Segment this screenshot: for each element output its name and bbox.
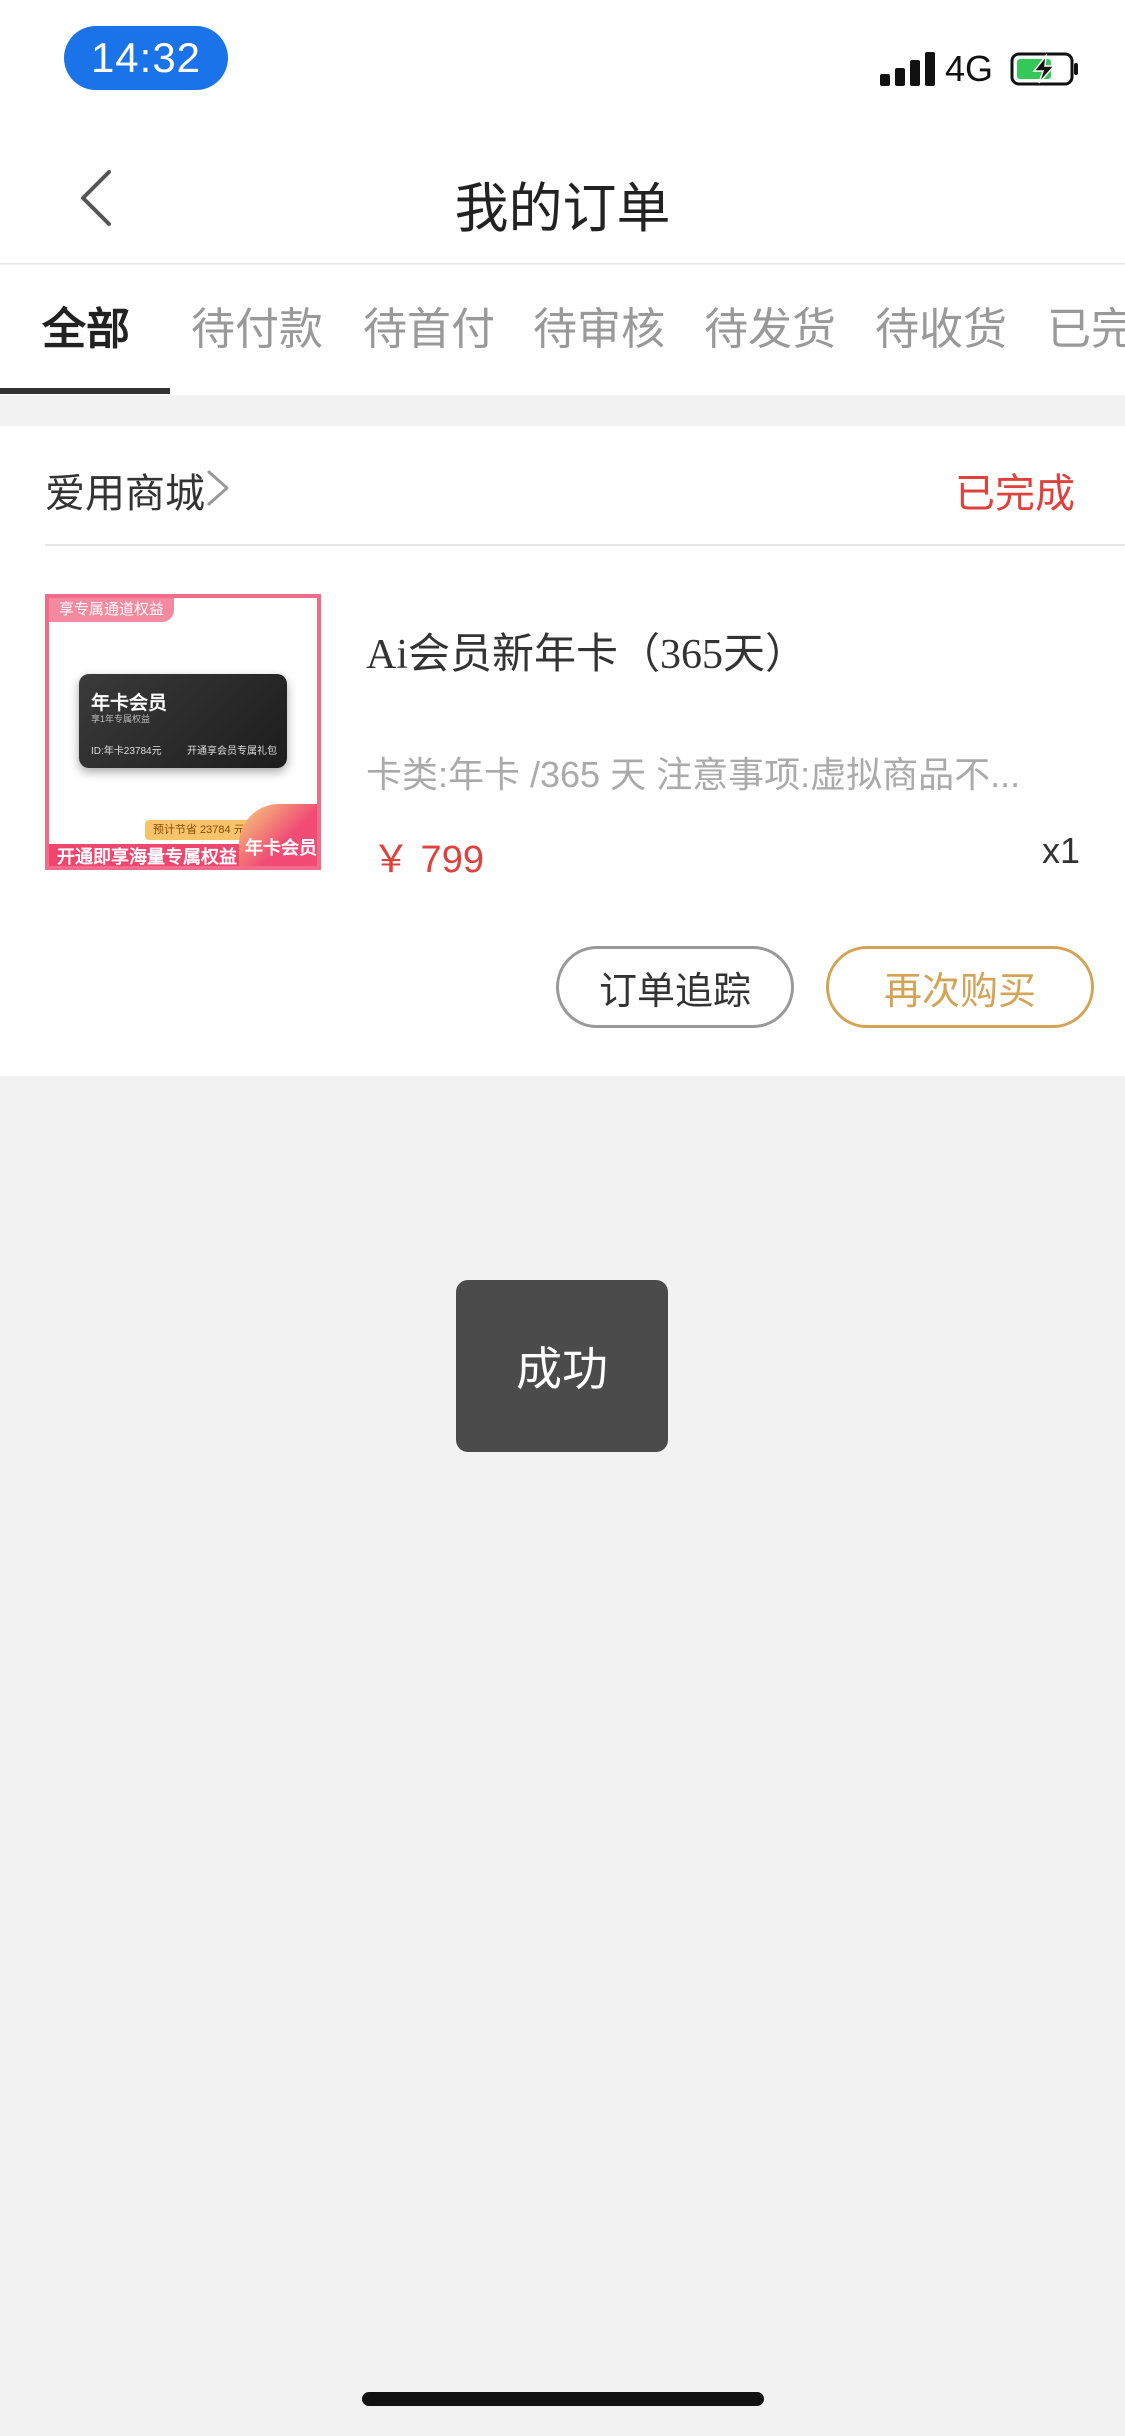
tab-pending-review[interactable]: 待审核 [533,265,665,395]
status-time: 14:32 [64,26,228,90]
card-subtitle: 享1年专属权益 [91,714,151,724]
order-status-tabs: 全部 待付款 待首付 待审核 待发货 待收货 已完 [0,265,1125,395]
tab-pending-down-payment[interactable]: 待首付 [363,265,495,395]
tab-pending-receipt[interactable]: 待收货 [875,265,1007,395]
product-thumbnail[interactable]: 享专属通道权益 年卡会员 享1年专属权益 ID:年卡23784元 开通享会员专属… [45,594,321,870]
active-tab-indicator [0,388,170,394]
order-status: 已完成 [955,472,1075,516]
tab-pending-shipment[interactable]: 待发货 [704,265,836,395]
card-right-text: 开通享会员专属礼包 [187,746,277,757]
product-description: 卡类:年卡 /365 天 注意事项:虚拟商品不... [366,754,1021,795]
membership-badge: 年卡会员 [239,804,317,866]
tab-pending-payment[interactable]: 待付款 [191,265,323,395]
card-number: ID:年卡23784元 [91,746,162,757]
membership-card-image: 年卡会员 享1年专属权益 ID:年卡23784元 开通享会员专属礼包 [79,674,287,768]
product-price: ￥ 799 [372,839,484,881]
order-tracking-button[interactable]: 订单追踪 [556,946,794,1028]
order-card[interactable]: 爱用商城 已完成 享专属通道权益 年卡会员 享1年专属权益 ID:年卡23784… [0,426,1125,1076]
tab-all[interactable]: 全部 [42,265,130,395]
signal-icon [880,50,936,86]
buy-again-button[interactable]: 再次购买 [826,946,1094,1028]
network-type: 4G [945,48,994,89]
chevron-right-icon [207,470,229,506]
shop-header[interactable]: 爱用商城 已完成 [45,426,1125,546]
home-indicator[interactable] [362,2392,764,2406]
success-toast: 成功 [456,1280,668,1452]
thumbnail-banner: 开通即享海量专属权益 [49,844,245,866]
badge-text: 年卡会员 [245,838,317,858]
page-title: 我的订单 [454,179,671,239]
card-title: 年卡会员 [91,693,168,714]
product-name[interactable]: Ai会员新年卡（365天） [366,620,807,681]
navigation-bar: 我的订单 [0,130,1125,264]
shop-name: 爱用商城 [45,472,205,516]
tab-completed[interactable]: 已完 [1047,265,1125,395]
status-bar: 14:32 4G [0,0,1125,130]
savings-label: 预计节省 23784 元 [145,820,253,840]
product-quantity: x1 [1041,830,1080,871]
thumbnail-tag: 享专属通道权益 [49,598,175,622]
battery-charging-icon [1010,52,1078,86]
